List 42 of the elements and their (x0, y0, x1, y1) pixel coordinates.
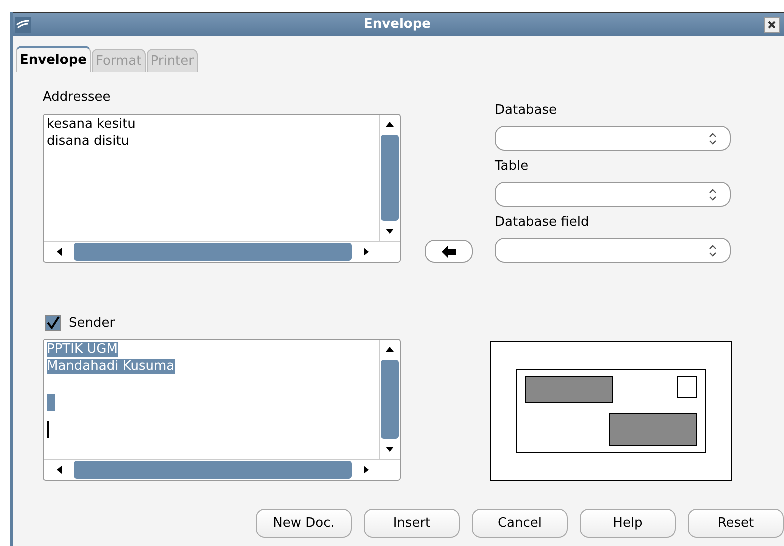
spin-arrows-icon (708, 244, 718, 258)
combo-label: Database (495, 103, 558, 118)
scroll-arrow-icon[interactable] (386, 227, 394, 235)
left-arrow-icon (442, 246, 456, 258)
combo-label: Table (495, 159, 530, 174)
scroll-arrow-icon[interactable] (386, 121, 394, 129)
insert-field-button[interactable] (425, 240, 473, 263)
addressee-label: Addressee (43, 90, 112, 105)
dialog-button[interactable]: Reset (688, 509, 784, 538)
spin-arrows-icon (708, 188, 718, 202)
sender-checkbox[interactable] (45, 315, 61, 331)
horizontal-scrollbar[interactable] (44, 241, 400, 262)
dialog-button[interactable]: New Doc. (256, 509, 352, 538)
tab[interactable]: Envelope (16, 46, 91, 72)
window-title: Envelope (363, 17, 432, 32)
selection-highlight (47, 394, 55, 411)
combo-box[interactable] (495, 238, 731, 263)
scroll-arrow-icon[interactable] (56, 248, 64, 256)
text-cursor (47, 421, 49, 438)
scroll-arrow-icon[interactable] (386, 346, 394, 354)
dialog-button[interactable]: Insert (364, 509, 460, 538)
combo-box[interactable] (495, 182, 731, 207)
text-line: disana disitu (47, 133, 131, 150)
scroll-arrow-icon[interactable] (386, 445, 394, 453)
dialog-button[interactable]: Help (580, 509, 676, 538)
close-icon (768, 20, 776, 28)
scroll-arrow-icon[interactable] (362, 466, 370, 474)
horizontal-scrollbar[interactable] (44, 459, 400, 480)
vertical-scrollbar[interactable] (379, 115, 400, 241)
scroll-arrow-icon[interactable] (56, 466, 64, 474)
sender-label: Sender (69, 316, 116, 330)
spin-arrows-icon (708, 132, 718, 146)
dialog-button[interactable]: Cancel (472, 509, 568, 538)
text-line: kesana kesitu (47, 116, 137, 133)
close-button[interactable] (764, 16, 780, 32)
combo-box[interactable] (495, 126, 731, 151)
combo-label: Database field (495, 215, 590, 230)
scroll-arrow-icon[interactable] (362, 248, 370, 256)
addressee-field[interactable]: kesana kesitu disana disitu (43, 114, 401, 263)
sender-field[interactable]: PPTIK UGM Mandahadi Kusuma (43, 339, 401, 481)
app-icon (15, 16, 31, 32)
vertical-scrollbar[interactable] (379, 340, 400, 459)
